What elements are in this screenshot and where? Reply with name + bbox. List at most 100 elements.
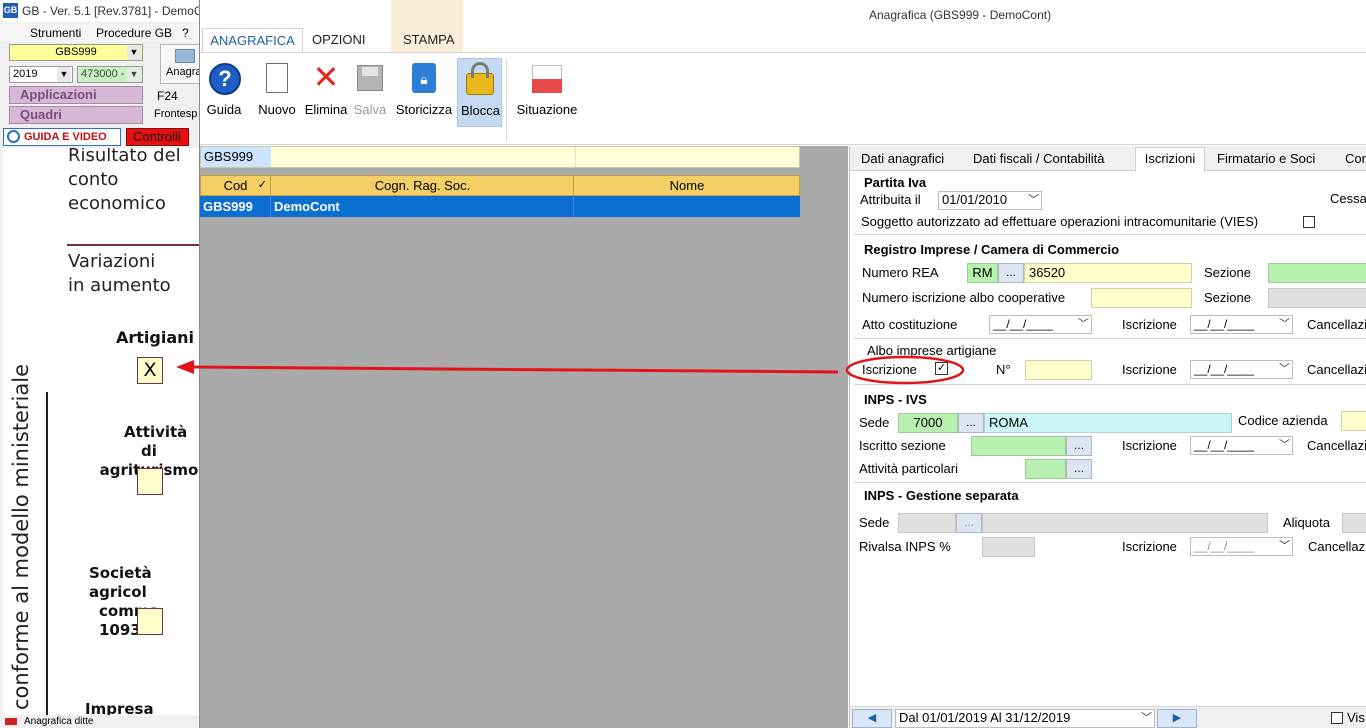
iscritto-sezione-lookup-button[interactable]: ...: [1066, 436, 1092, 456]
table-row[interactable]: GBS999 DemoCont: [200, 196, 800, 217]
rivalsa-field[interactable]: [982, 537, 1035, 557]
albo-cancellazione-label: Cancellazi: [1307, 362, 1366, 377]
attivita-checkbox: [137, 468, 163, 495]
anagrafica-window: Anagrafica (GBS999 - DemoCont) ANAGRAFIC…: [199, 0, 1366, 728]
row-divider: [573, 196, 574, 217]
guida-video-button[interactable]: GUIDA E VIDEO: [3, 128, 121, 146]
quadri-combo[interactable]: Quadri: [9, 106, 143, 124]
year-combo[interactable]: 2019 ▼: [9, 66, 73, 83]
tab-firmatario[interactable]: Firmatario e Soci: [1217, 151, 1315, 166]
period-select[interactable]: Dal 01/01/2019 Al 31/12/2019 ﹀: [895, 709, 1155, 728]
inps-sede-code-field[interactable]: 7000: [898, 413, 958, 433]
column-rag-soc[interactable]: Cogn. Rag. Soc.: [272, 176, 574, 195]
impresa-label: Impresa agrico: [85, 700, 154, 715]
albo-coop-field[interactable]: [1091, 288, 1192, 308]
grid-header: Cod ✓ Cogn. Rag. Soc. Nome: [200, 175, 800, 196]
iscritto-sezione-label: Iscritto sezione: [859, 438, 946, 453]
ribbon: ? Guida Nuovo ✕ Elimina Salva 🔒︎ Storici…: [200, 52, 1366, 145]
form-heading-1: Risultato del conto economico: [68, 148, 181, 214]
tab-anagrafica[interactable]: ANAGRAFICA: [202, 28, 303, 53]
tab-dati-anagrafici[interactable]: Dati anagrafici: [861, 151, 944, 166]
search-icon: [7, 130, 20, 143]
rea-province-field[interactable]: RM: [967, 263, 998, 283]
filter-name-input[interactable]: [272, 147, 574, 167]
tab-con[interactable]: Con: [1345, 151, 1366, 166]
anagra-icon: [175, 49, 195, 63]
rivalsa-label: Rivalsa INPS %: [859, 539, 951, 554]
aliquota-field[interactable]: [1342, 513, 1366, 533]
rea-label: Numero REA: [862, 265, 939, 280]
vertical-rule: [46, 392, 48, 715]
tab-opzioni[interactable]: OPZIONI: [312, 32, 365, 47]
iscrizione-date-picker[interactable]: __/__/____ ﹀: [1190, 315, 1293, 334]
period-next-button[interactable]: ▶: [1157, 709, 1197, 728]
applicazioni-combo[interactable]: Applicazioni: [9, 86, 143, 104]
albo-numero-field[interactable]: [1025, 360, 1092, 380]
vertical-side-text: conforme al modello ministeriale: [9, 363, 33, 710]
attivita-particolari-label: Attività particolari: [859, 461, 958, 476]
rea-number-field[interactable]: 36520: [1024, 263, 1192, 283]
albo-iscrizione-date-picker[interactable]: __/__/____ ﹀: [1190, 360, 1293, 379]
frontespizio-tab[interactable]: Frontesp: [154, 108, 197, 120]
gs-iscrizione-date-picker[interactable]: __/__/____ ﹀: [1190, 537, 1293, 556]
filter-cod-input[interactable]: GBS999: [201, 147, 271, 167]
controlli-button[interactable]: Controlli: [126, 128, 189, 146]
ivs-iscrizione-date-picker[interactable]: __/__/____ ﹀: [1190, 436, 1293, 455]
attribuita-label: Attribuita il: [860, 192, 921, 207]
tab-stampa[interactable]: STAMPA: [403, 32, 455, 47]
anagra-button[interactable]: Anagra: [160, 44, 201, 84]
atto-date-picker[interactable]: __/__/____ ﹀: [989, 315, 1092, 334]
period-prev-button[interactable]: ◀: [852, 709, 892, 728]
column-cod[interactable]: Cod ✓: [201, 176, 271, 195]
artigiani-label: Artigiani: [116, 328, 195, 347]
detail-tab-bar: Dati anagrafici Dati fiscali / Contabili…: [850, 146, 1366, 172]
inps-sede-lookup-button[interactable]: ...: [958, 413, 984, 433]
inps-gs-section: INPS - Gestione separata: [864, 488, 1019, 503]
blocca-button[interactable]: Blocca: [457, 58, 502, 127]
albo-iscrizione-checkbox[interactable]: ✓: [935, 362, 948, 375]
sezione-field[interactable]: [1268, 263, 1366, 283]
inps-sede-name-field[interactable]: ROMA: [984, 413, 1232, 433]
attivita-particolari-lookup-button[interactable]: ...: [1066, 459, 1092, 479]
tab-dati-fiscali[interactable]: Dati fiscali / Contabilità: [973, 151, 1105, 166]
inps-sede-label: Sede: [859, 415, 890, 430]
vis-checkbox[interactable]: [1331, 712, 1343, 724]
codice-azienda-label: Codice azienda: [1238, 413, 1328, 428]
tab-iscrizioni[interactable]: Iscrizioni: [1135, 147, 1205, 172]
menu-item-help[interactable]: ?: [182, 26, 189, 40]
chevron-down-icon: ▼: [57, 67, 71, 82]
albo-iscrizione-label: Iscrizione: [862, 362, 917, 377]
sezione-coop-field[interactable]: [1268, 288, 1366, 308]
menu-item-procedure[interactable]: Procedure GB: [96, 26, 172, 40]
cancellazione-label: Cancellazi: [1307, 317, 1366, 332]
elimina-button[interactable]: ✕ Elimina: [303, 59, 349, 127]
guida-button[interactable]: ? Guida: [203, 61, 245, 127]
section-divider: [854, 234, 1366, 235]
salva-button[interactable]: Salva: [350, 61, 390, 127]
rea-lookup-button[interactable]: ...: [998, 263, 1024, 283]
filter-nome-input[interactable]: [575, 147, 799, 167]
attivita-particolari-field[interactable]: [1025, 459, 1066, 479]
attribuita-date-picker[interactable]: 01/01/2010 ﹀: [938, 191, 1042, 210]
gs-sede-lookup-button[interactable]: ...: [956, 513, 982, 533]
nuovo-button[interactable]: Nuovo: [256, 61, 298, 127]
menu-item-strumenti[interactable]: Strumenti: [30, 26, 81, 40]
chevron-down-icon: ﹀: [1279, 439, 1290, 451]
vies-checkbox[interactable]: [1303, 216, 1315, 228]
codice-azienda-field[interactable]: [1341, 411, 1366, 431]
code-combo[interactable]: 473000 - ▼: [77, 66, 143, 83]
column-nome[interactable]: Nome: [575, 176, 799, 195]
form-document: Risultato del conto economico Variazioni…: [3, 148, 200, 715]
iscritto-sezione-field[interactable]: [971, 436, 1066, 456]
gs-sede-name-field[interactable]: [982, 513, 1268, 533]
company-combo[interactable]: GBS999 ▼: [9, 44, 143, 61]
ivs-cancellazione-label: Cancellazi: [1307, 438, 1366, 453]
chevron-down-icon: ▼: [127, 67, 141, 82]
chevron-down-icon: ﹀: [1078, 318, 1089, 330]
storicizza-button[interactable]: 🔒︎ Storicizza: [393, 61, 455, 127]
status-flag-icon: [532, 65, 562, 79]
background-app: GB GB - Ver. 5.1 [Rev.3781] - DemoCo Str…: [0, 0, 209, 728]
f24-tab[interactable]: F24: [157, 89, 178, 103]
situazione-button[interactable]: Situazione: [512, 61, 582, 127]
gs-sede-code-field[interactable]: [898, 513, 956, 533]
